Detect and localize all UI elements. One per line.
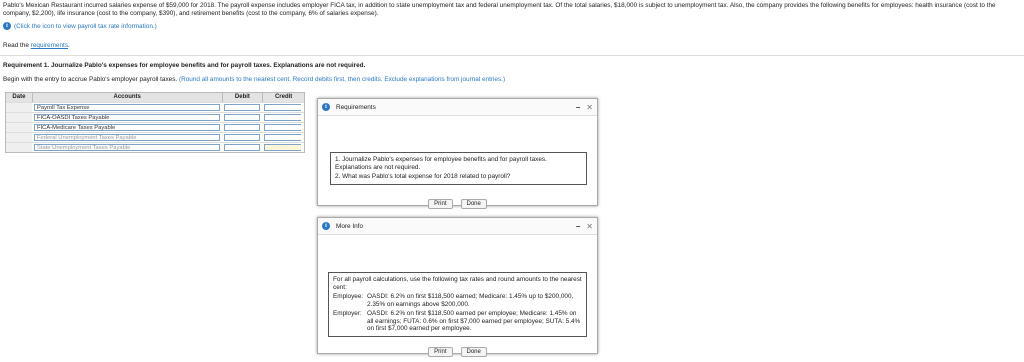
popup-header: i More Info – ✕	[318, 218, 597, 235]
read-requirements: Read the requirements.	[3, 42, 70, 49]
date-cell	[6, 143, 32, 152]
table-row: FICA-Medicare Taxes Payable	[6, 122, 304, 132]
credit-field[interactable]	[264, 134, 301, 141]
debit-field[interactable]	[224, 124, 260, 131]
journal-table: Date Accounts Debit Credit Payroll Tax E…	[5, 92, 305, 153]
divider	[0, 55, 1024, 56]
date-cell	[6, 113, 32, 122]
debit-field[interactable]	[224, 104, 260, 111]
instruction-line: Begin with the entry to accrue Pablo's e…	[3, 76, 506, 83]
close-icon[interactable]: ✕	[586, 222, 593, 231]
header-debit: Debit	[223, 93, 264, 102]
table-row: Payroll Tax Expense	[6, 102, 304, 112]
table-row: State Unemployment Taxes Payable	[6, 142, 304, 152]
intro-text: For all payroll calculations, use the fo…	[333, 276, 582, 291]
table-row: FICA-OASDI Taxes Payable	[6, 112, 304, 122]
account-field[interactable]: Payroll Tax Expense	[34, 104, 220, 111]
account-field[interactable]: FICA-OASDI Taxes Payable	[34, 114, 220, 121]
debit-field[interactable]	[224, 114, 260, 121]
popup-header: i Requirements – ✕	[318, 99, 597, 116]
debit-field[interactable]	[224, 144, 260, 151]
employer-label: Employer:	[333, 310, 362, 317]
credit-field[interactable]	[264, 144, 301, 151]
hint-text[interactable]: (Click the icon to view payroll tax rate…	[14, 23, 157, 30]
credit-field[interactable]	[264, 114, 301, 121]
requirements-list: 1. Journalize Pablo's expenses for emplo…	[330, 152, 587, 185]
credit-field[interactable]	[264, 104, 301, 111]
print-button[interactable]: Print	[428, 198, 453, 209]
account-field[interactable]: Federal Unemployment Taxes Payable	[34, 134, 220, 141]
account-field[interactable]: FICA-Medicare Taxes Payable	[34, 124, 220, 131]
date-cell	[6, 103, 32, 112]
minimize-icon[interactable]: –	[576, 103, 580, 112]
debit-field[interactable]	[224, 134, 260, 141]
popup-title: More Info	[336, 222, 363, 230]
requirement-title: Requirement 1. Journalize Pablo's expens…	[3, 62, 366, 69]
account-field[interactable]: State Unemployment Taxes Payable	[34, 144, 220, 151]
close-icon[interactable]: ✕	[586, 103, 593, 112]
tax-rate-hint[interactable]: i (Click the icon to view payroll tax ra…	[3, 22, 157, 30]
employer-rates: OASDI: 6.2% on first $118,500 earned per…	[367, 310, 581, 332]
employee-label: Employee:	[333, 293, 364, 300]
header-accounts: Accounts	[33, 93, 223, 102]
employee-rates: OASDI: 6.2% on first $118,500 earned; Me…	[367, 293, 574, 308]
print-button[interactable]: Print	[428, 346, 453, 357]
info-icon: i	[322, 103, 330, 111]
done-button[interactable]: Done	[460, 198, 487, 209]
table-row: Federal Unemployment Taxes Payable	[6, 132, 304, 142]
popup-title: Requirements	[336, 103, 376, 111]
done-button[interactable]: Done	[460, 346, 487, 357]
requirement-item: 2. What was Pablo's total expense for 20…	[335, 173, 511, 180]
requirements-link[interactable]: requirements	[31, 42, 68, 49]
tax-rate-info: For all payroll calculations, use the fo…	[328, 272, 587, 337]
date-cell	[6, 123, 32, 132]
header-date: Date	[6, 93, 33, 102]
requirement-item: 1. Journalize Pablo's expenses for emplo…	[335, 156, 547, 171]
header-credit: Credit	[274, 94, 293, 100]
info-icon: i	[322, 222, 330, 230]
credit-field[interactable]	[264, 124, 301, 131]
problem-statement: Pablo's Mexican Restaurant incurred sala…	[3, 2, 996, 17]
journal-header: Date Accounts Debit Credit	[6, 93, 304, 102]
date-cell	[6, 133, 32, 142]
more-info-popup: i More Info – ✕ For all payroll calculat…	[317, 217, 598, 357]
minimize-icon[interactable]: –	[576, 222, 580, 231]
info-icon[interactable]: i	[3, 22, 11, 30]
requirements-popup: i Requirements – ✕ 1. Journalize Pablo's…	[317, 98, 598, 209]
